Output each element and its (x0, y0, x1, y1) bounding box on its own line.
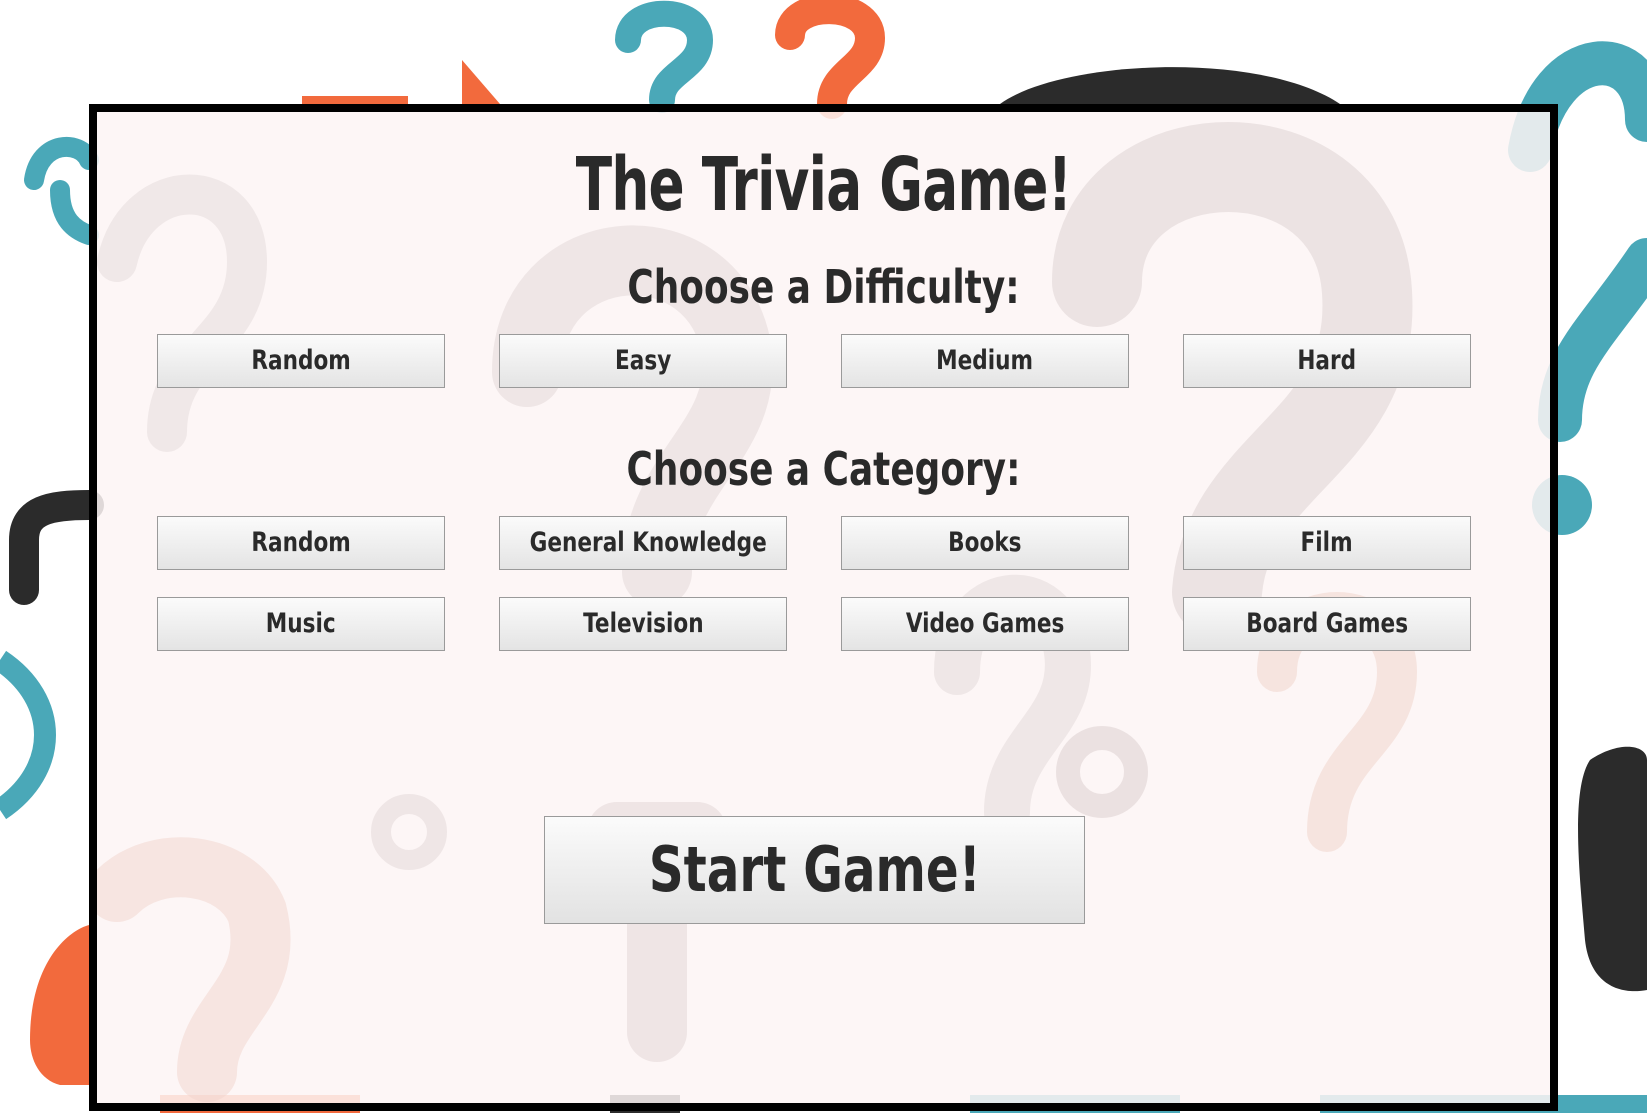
button-label: Medium (936, 345, 1034, 376)
category-random-button[interactable]: Random (157, 516, 445, 570)
button-label: Books (948, 527, 1022, 558)
decor-shape (1578, 746, 1647, 992)
button-label: Board Games (1246, 608, 1408, 639)
category-music-button[interactable]: Music (157, 597, 445, 651)
page-title: The Trivia Game! (575, 142, 1072, 228)
category-heading: Choose a Category: (626, 442, 1021, 496)
question-mark-icon (97, 837, 291, 1102)
decor-dot (371, 794, 447, 870)
decor-shape (302, 96, 408, 104)
start-game-label: Start Game! (648, 833, 981, 906)
difficulty-hard-button[interactable]: Hard (1183, 334, 1471, 388)
category-film-button[interactable]: Film (1183, 516, 1471, 570)
category-books-button[interactable]: Books (841, 516, 1129, 570)
menu-panel: The Trivia Game! Choose a Difficulty: Ra… (89, 104, 1558, 1111)
decor-shape (30, 925, 89, 1085)
category-board-games-button[interactable]: Board Games (1183, 597, 1471, 651)
decor-shape (462, 60, 500, 104)
question-mark-icon (775, 0, 886, 119)
decor-shape (1000, 67, 1340, 104)
decor-shape (0, 650, 56, 820)
button-label: Film (1300, 527, 1354, 558)
category-general-knowledge-button[interactable]: General Knowledge (499, 516, 787, 570)
difficulty-easy-button[interactable]: Easy (499, 334, 787, 388)
question-mark-icon (615, 0, 714, 113)
button-label: Television (582, 608, 704, 639)
button-label: Hard (1297, 345, 1357, 376)
button-label: Easy (614, 345, 672, 376)
difficulty-heading: Choose a Difficulty: (627, 260, 1020, 314)
decor-shape (9, 490, 104, 605)
button-label: Random (251, 527, 351, 558)
difficulty-medium-button[interactable]: Medium (841, 334, 1129, 388)
category-television-button[interactable]: Television (499, 597, 787, 651)
button-label: Random (251, 345, 351, 376)
question-mark-icon (24, 137, 99, 245)
button-label: Video Games (905, 608, 1065, 639)
difficulty-random-button[interactable]: Random (157, 334, 445, 388)
button-label: Music (266, 608, 336, 639)
question-mark-icon (97, 174, 268, 452)
start-game-button[interactable]: Start Game! (544, 816, 1085, 924)
decor-dot (1056, 726, 1148, 818)
button-label: General Knowledge (529, 527, 767, 558)
category-video-games-button[interactable]: Video Games (841, 597, 1129, 651)
